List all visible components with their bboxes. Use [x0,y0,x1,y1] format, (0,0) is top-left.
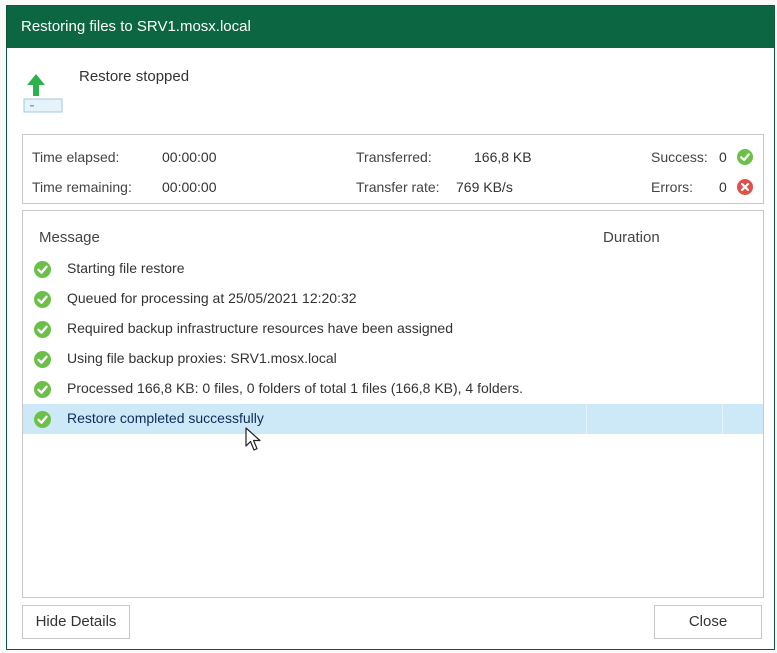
time-remaining-value: 00:00:00 [162,179,217,195]
error-x-icon [737,179,753,195]
success-check-icon [34,411,51,428]
transfer-rate-label: Transfer rate: [356,179,440,195]
table-row[interactable]: Processed 166,8 KB: 0 files, 0 folders o… [23,374,763,404]
errors-label: Errors: [651,179,693,195]
upload-arrow-icon [23,74,63,113]
log-message: Processed 166,8 KB: 0 files, 0 folders o… [67,380,524,396]
table-row-selected[interactable]: Restore completed successfully [23,404,763,434]
transfer-rate: Transfer rate: 769 KB/s [356,179,513,195]
restore-status: Restore stopped [79,68,190,85]
success-check-icon [34,261,51,278]
success-check-icon [34,351,51,368]
transferred-label: Transferred: [356,149,432,165]
table-row[interactable]: Using file backup proxies: SRV1.mosx.loc… [23,344,763,374]
close-button[interactable]: Close [654,605,762,639]
time-elapsed-value: 00:00:00 [162,149,217,165]
errors-value: 0 [719,179,727,195]
time-elapsed: Time elapsed: 00:00:00 [32,149,217,165]
log-message: Required backup infrastructure resources… [67,320,454,336]
transferred-value: 166,8 KB [474,149,532,165]
statistics-panel: Time elapsed: 00:00:00 Time remaining: 0… [22,134,764,204]
log-rows: Starting file restore Queued for process… [23,254,763,434]
success-check-icon [34,321,51,338]
column-header-message[interactable]: Message [39,229,100,246]
column-divider [586,404,587,434]
errors-count: Errors: 0 [651,179,727,195]
transfer-rate-value: 769 KB/s [456,179,513,195]
success-label: Success: [651,149,708,165]
hide-details-button[interactable]: Hide Details [22,605,130,639]
table-row[interactable]: Starting file restore [23,254,763,284]
transferred: Transferred: 166,8 KB [356,149,532,165]
window-title: Restoring files to SRV1.mosx.local [7,6,774,48]
log-message: Using file backup proxies: SRV1.mosx.loc… [67,350,337,366]
success-value: 0 [719,149,727,165]
restore-dialog: Restoring files to SRV1.mosx.local Resto… [6,5,775,650]
mouse-cursor-icon [245,427,261,451]
time-elapsed-label: Time elapsed: [32,149,120,165]
time-remaining-label: Time remaining: [32,179,132,195]
log-message: Restore completed successfully [67,410,264,426]
table-row[interactable]: Required backup infrastructure resources… [23,314,763,344]
column-header-duration[interactable]: Duration [603,229,660,246]
log-message: Queued for processing at 25/05/2021 12:2… [67,290,357,306]
success-check-icon [34,381,51,398]
column-divider [722,404,723,434]
table-row[interactable]: Queued for processing at 25/05/2021 12:2… [23,284,763,314]
success-check-icon [34,291,51,308]
success-count: Success: 0 [651,149,727,165]
success-check-icon [737,149,753,165]
log-message: Starting file restore [67,260,185,276]
time-remaining: Time remaining: 00:00:00 [32,179,217,195]
log-table[interactable]: Message Duration Starting file restore Q… [22,210,764,598]
